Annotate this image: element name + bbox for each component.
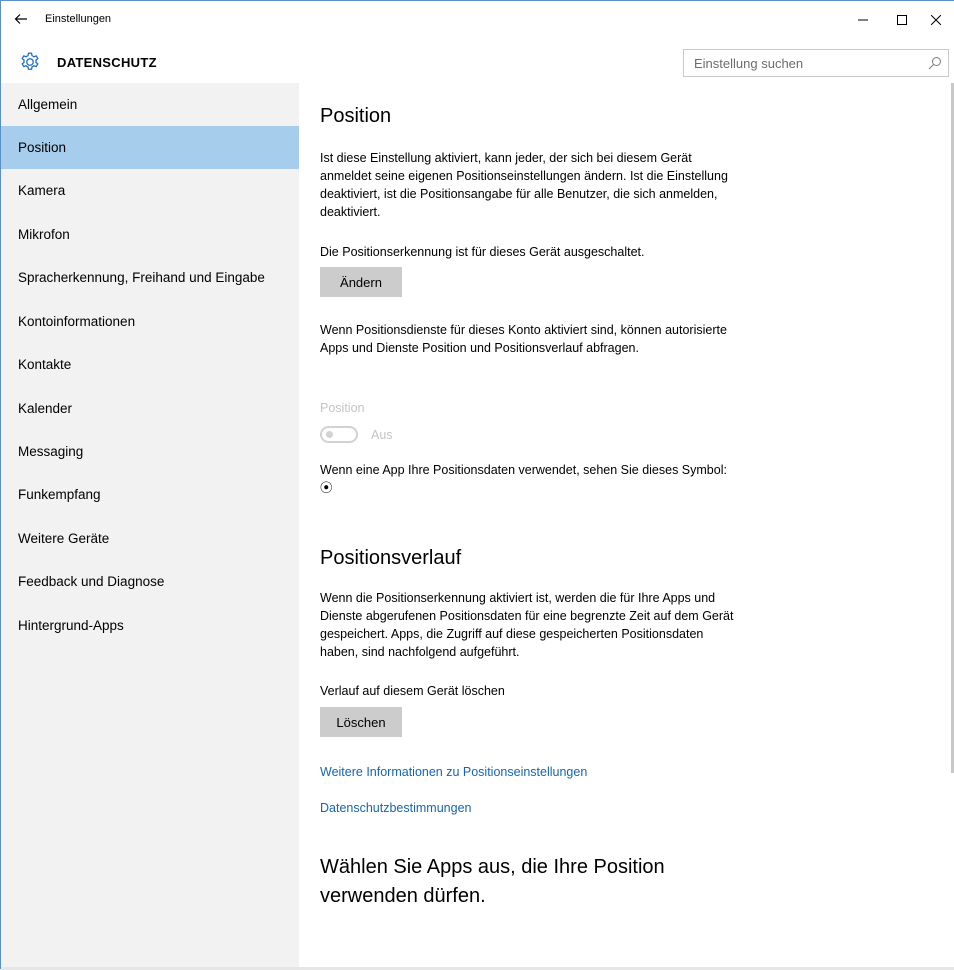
history-heading: Positionsverlauf <box>320 547 462 569</box>
toggle-knob <box>326 431 333 438</box>
device-status-text: Die Positionserkennung ist für dieses Ge… <box>320 245 645 259</box>
sidebar-item-kalender[interactable]: Kalender <box>1 387 299 430</box>
search-input[interactable] <box>684 50 924 76</box>
page-title: DATENSCHUTZ <box>57 55 157 70</box>
sidebar-item-kamera[interactable]: Kamera <box>1 169 299 212</box>
sidebar-item-label: Messaging <box>18 444 84 459</box>
position-heading: Position <box>320 105 392 127</box>
title-bar: Einstellungen <box>1 1 954 39</box>
position-toggle[interactable] <box>320 426 358 443</box>
close-icon <box>931 15 941 25</box>
symbol-info-text: Wenn eine App Ihre Positionsdaten verwen… <box>320 463 727 495</box>
sidebar-item-weitere-geraete[interactable]: Weitere Geräte <box>1 517 299 560</box>
position-intro-text: Ist diese Einstellung aktiviert, kann je… <box>320 151 728 219</box>
window-title: Einstellungen <box>45 13 112 25</box>
close-button[interactable] <box>916 5 954 35</box>
toggle-state-text: Aus <box>371 428 393 442</box>
sidebar-item-spracherkennung[interactable]: Spracherkennung, Freihand und Eingabe <box>1 256 299 299</box>
more-info-link[interactable]: Weitere Informationen zu Positionseinste… <box>320 765 587 779</box>
apps-heading: Wählen Sie Apps aus, die Ihre Position v… <box>320 856 665 907</box>
sidebar-item-label: Funkempfang <box>18 487 101 502</box>
sidebar-item-kontakte[interactable]: Kontakte <box>1 343 299 386</box>
sidebar-item-feedback[interactable]: Feedback und Diagnose <box>1 560 299 603</box>
gear-icon <box>21 52 39 70</box>
sidebar-item-allgemein[interactable]: Allgemein <box>1 83 299 126</box>
sidebar: Allgemein Position Kamera Mikrofon Sprac… <box>1 83 299 970</box>
sidebar-item-position[interactable]: Position <box>1 126 299 169</box>
position-toggle-label: Position <box>320 401 365 415</box>
sidebar-item-label: Kalender <box>18 401 73 416</box>
search-icon[interactable] <box>928 56 942 70</box>
clear-button[interactable]: Löschen <box>320 707 402 737</box>
sidebar-item-label: Allgemein <box>18 97 78 112</box>
history-text: Wenn die Positionserkennung aktiviert is… <box>320 591 734 659</box>
search-box[interactable] <box>683 49 949 77</box>
sidebar-item-label: Hintergrund-Apps <box>18 618 124 633</box>
sidebar-item-label: Weitere Geräte <box>18 531 110 546</box>
page-header: DATENSCHUTZ <box>1 41 954 83</box>
minimize-button[interactable] <box>843 5 883 35</box>
sidebar-item-messaging[interactable]: Messaging <box>1 430 299 473</box>
sidebar-item-label: Mikrofon <box>18 227 70 242</box>
sidebar-item-kontoinformationen[interactable]: Kontoinformationen <box>1 300 299 343</box>
sidebar-item-mikrofon[interactable]: Mikrofon <box>1 213 299 256</box>
change-button[interactable]: Ändern <box>320 267 402 297</box>
minimize-icon <box>858 19 868 21</box>
back-button[interactable] <box>9 7 33 31</box>
privacy-link[interactable]: Datenschutzbestimmungen <box>320 801 471 815</box>
sidebar-item-label: Kontoinformationen <box>18 314 136 329</box>
sidebar-item-label: Kamera <box>18 183 66 198</box>
maximize-icon <box>897 15 907 25</box>
account-info-text: Wenn Positionsdienste für dieses Konto a… <box>320 323 727 355</box>
sidebar-item-label: Kontakte <box>18 357 72 372</box>
settings-window: Einstellungen DATENSCHUTZ Al <box>0 0 954 970</box>
sidebar-item-label: Feedback und Diagnose <box>18 574 165 589</box>
back-arrow-icon <box>14 14 27 24</box>
sidebar-item-label: Spracherkennung, Freihand und Eingabe <box>18 270 265 285</box>
sidebar-item-funkempfang[interactable]: Funkempfang <box>1 473 299 516</box>
sidebar-item-label: Position <box>18 140 67 155</box>
sidebar-item-hintergrund-apps[interactable]: Hintergrund-Apps <box>1 604 299 647</box>
clear-history-label: Verlauf auf diesem Gerät löschen <box>320 684 505 698</box>
main-content: Position Ist diese Einstellung aktiviert… <box>299 83 954 970</box>
